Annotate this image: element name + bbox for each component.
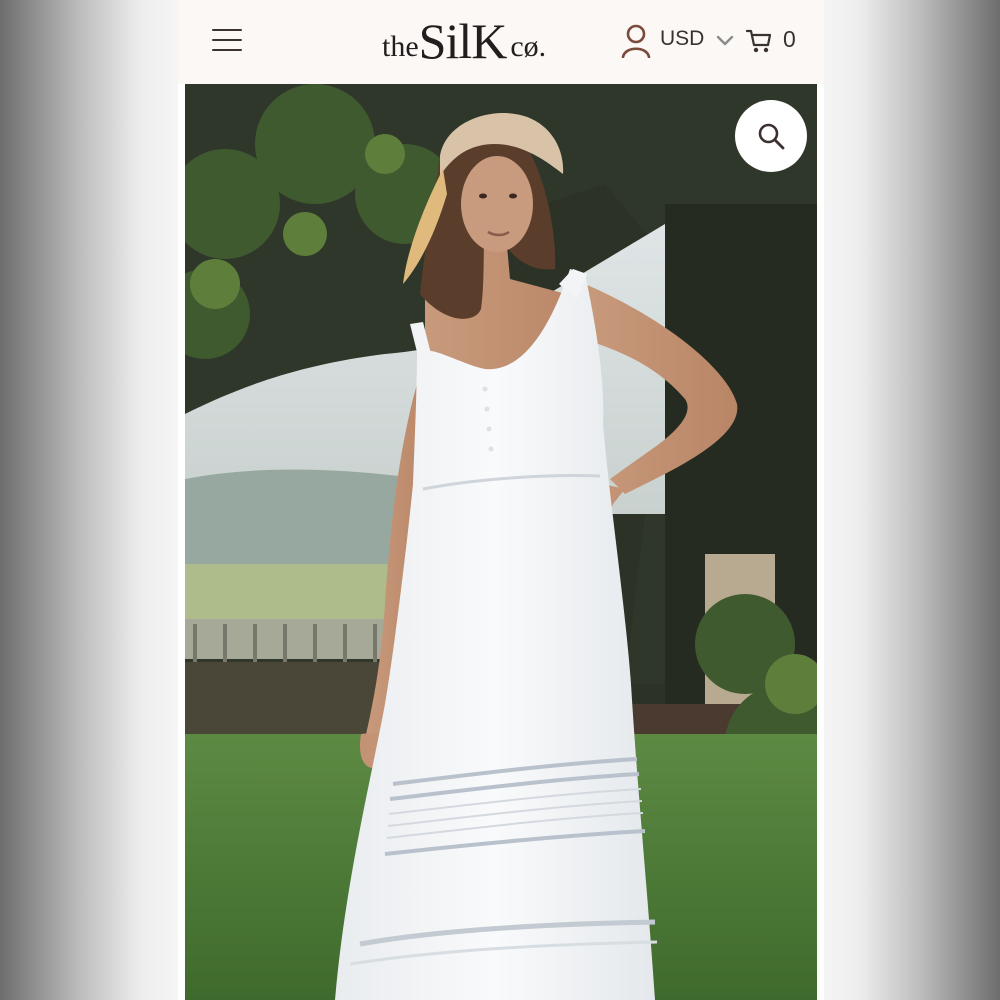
logo-the: the [382,30,419,63]
logo-co: cø. [510,30,547,63]
search-button[interactable] [735,100,807,172]
user-icon[interactable] [621,24,653,58]
search-icon [758,123,785,150]
brand-logo[interactable]: theSilK cø. [382,12,547,69]
site-header: theSilK cø. USD 0 [178,0,824,84]
currency-selector[interactable]: USD [660,27,704,51]
cart-count[interactable]: 0 [783,26,796,53]
dress-photo [185,84,817,1000]
cart-icon[interactable] [746,28,772,54]
hero-product-image[interactable] [185,84,817,1000]
chevron-down-icon[interactable] [714,31,736,51]
storefront-page: theSilK cø. USD 0 [178,0,824,1000]
hamburger-menu-icon[interactable] [212,27,244,53]
logo-silk: SilK [418,13,508,69]
